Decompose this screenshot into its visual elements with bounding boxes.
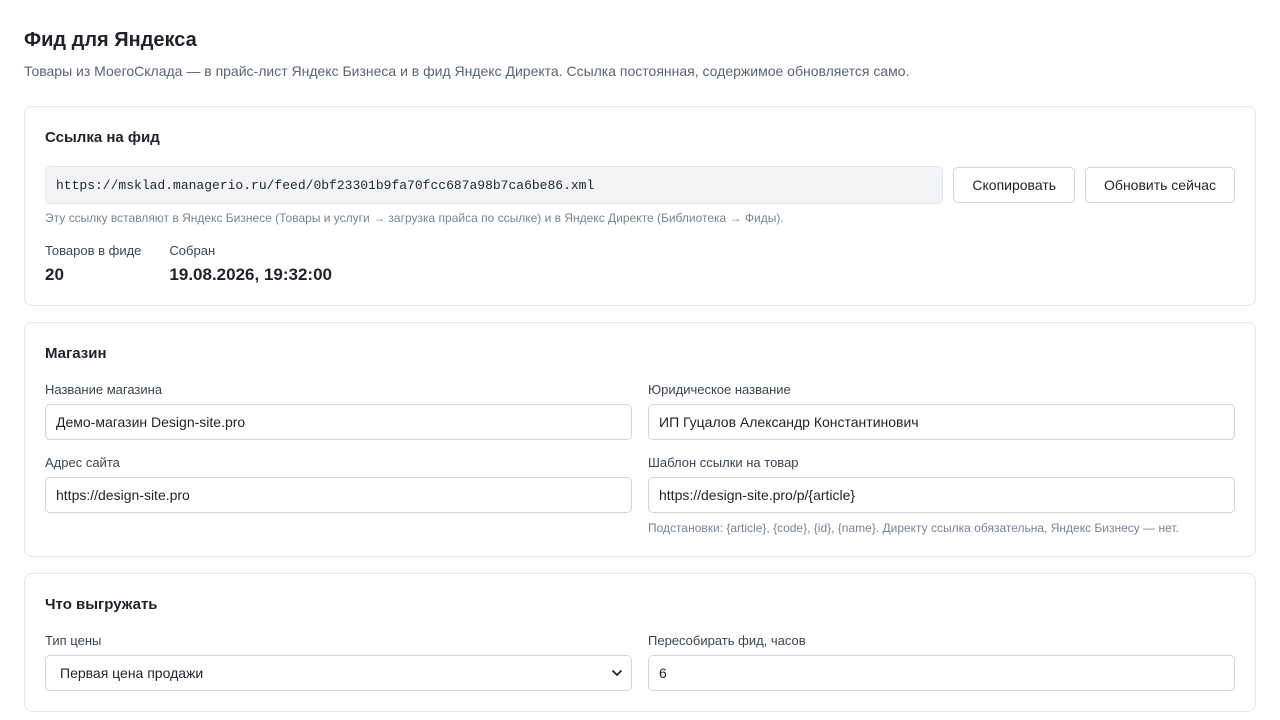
shop-card: Магазин Название магазина Демо-магазин D… (24, 322, 1256, 557)
stat-items-in-feed: Товаров в фиде 20 (45, 243, 141, 285)
page-title: Фид для Яндекса (24, 29, 197, 51)
price-type-select[interactable]: Первая цена продажи (45, 655, 632, 691)
shop-card-title: Магазин (45, 345, 107, 362)
page: Фид для Яндекса Товары из МоегоСклада — … (0, 0, 1280, 712)
stat-built-label: Собран (169, 243, 216, 258)
legal-name-input[interactable]: ИП Гуцалов Александр Константинович (648, 404, 1235, 440)
feed-url-row: https://msklad.managerio.ru/feed/0bf2330… (45, 166, 1235, 204)
rebuild-interval-field-group: Пересобирать фид, часов 6 (648, 633, 1235, 691)
price-type-label: Тип цены (45, 633, 102, 648)
site-url-input[interactable]: https://design-site.pro (45, 477, 632, 513)
stat-built-at: Собран 19.08.2026, 19:32:00 (169, 243, 332, 285)
link-template-label: Шаблон ссылки на товар (648, 455, 799, 470)
export-fields: Тип цены Первая цена продажи Пересобират… (45, 633, 1235, 691)
export-card: Что выгружать Тип цены Первая цена прода… (24, 573, 1256, 712)
price-type-selected-value: Первая цена продажи (60, 665, 204, 681)
site-url-field-group: Адрес сайта https://design-site.pro (45, 455, 632, 536)
shop-name-input[interactable]: Демо-магазин Design-site.pro (45, 404, 632, 440)
export-card-title: Что выгружать (45, 596, 158, 613)
stat-items-value: 20 (45, 265, 64, 284)
link-template-hint: Подстановки: {article}, {code}, {id}, {n… (648, 521, 1179, 535)
shop-name-label: Название магазина (45, 382, 163, 397)
rebuild-interval-input[interactable]: 6 (648, 655, 1235, 691)
copy-button[interactable]: Скопировать (953, 167, 1076, 203)
page-subtitle: Товары из МоегоСклада — в прайс-лист Янд… (24, 63, 910, 79)
chevron-down-icon (612, 670, 622, 676)
feed-stats: Товаров в фиде 20 Собран 19.08.2026, 19:… (45, 243, 1235, 285)
refresh-now-button[interactable]: Обновить сейчас (1085, 167, 1235, 203)
feed-url-hint: Эту ссылку вставляют в Яндекс Бизнесе (Т… (45, 211, 784, 225)
price-type-field-group: Тип цены Первая цена продажи (45, 633, 632, 691)
feed-link-card: Ссылка на фид https://msklad.managerio.r… (24, 106, 1256, 306)
stat-built-value: 19.08.2026, 19:32:00 (169, 265, 333, 284)
link-template-field-group: Шаблон ссылки на товар https://design-si… (648, 455, 1235, 536)
link-template-input[interactable]: https://design-site.pro/p/{article} (648, 477, 1235, 513)
stat-items-label: Товаров в фиде (45, 243, 142, 258)
shop-name-field-group: Название магазина Демо-магазин Design-si… (45, 382, 632, 440)
feed-url-field[interactable]: https://msklad.managerio.ru/feed/0bf2330… (45, 166, 944, 204)
rebuild-interval-label: Пересобирать фид, часов (648, 633, 806, 648)
site-url-label: Адрес сайта (45, 455, 120, 470)
feed-link-card-title: Ссылка на фид (45, 129, 160, 146)
legal-name-label: Юридическое название (648, 382, 791, 397)
shop-fields: Название магазина Демо-магазин Design-si… (45, 382, 1235, 536)
legal-name-field-group: Юридическое название ИП Гуцалов Александ… (648, 382, 1235, 440)
